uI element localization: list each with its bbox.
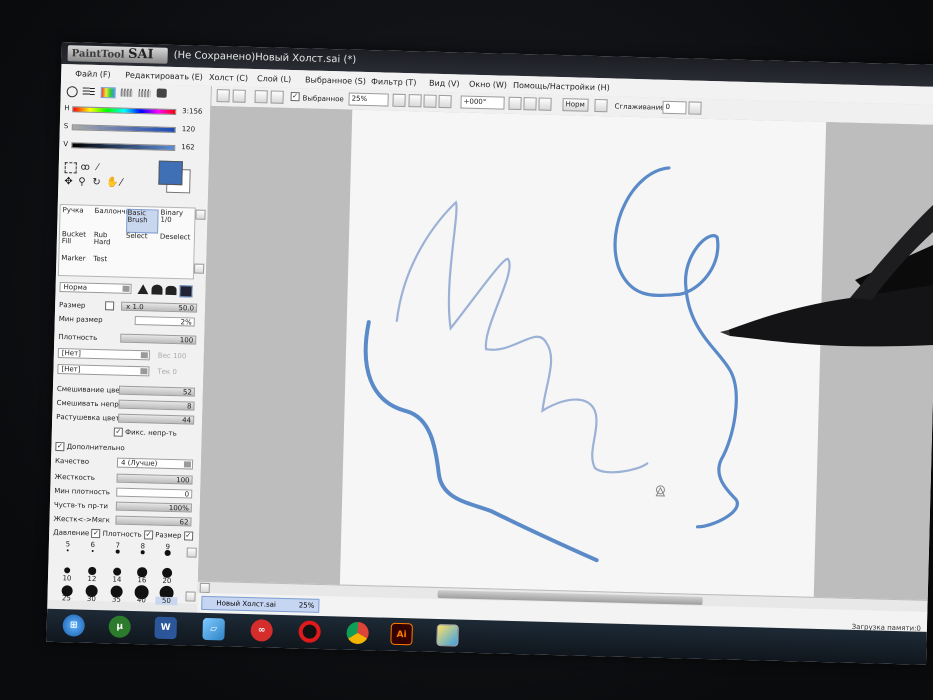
stylus-pen	[720, 205, 933, 347]
